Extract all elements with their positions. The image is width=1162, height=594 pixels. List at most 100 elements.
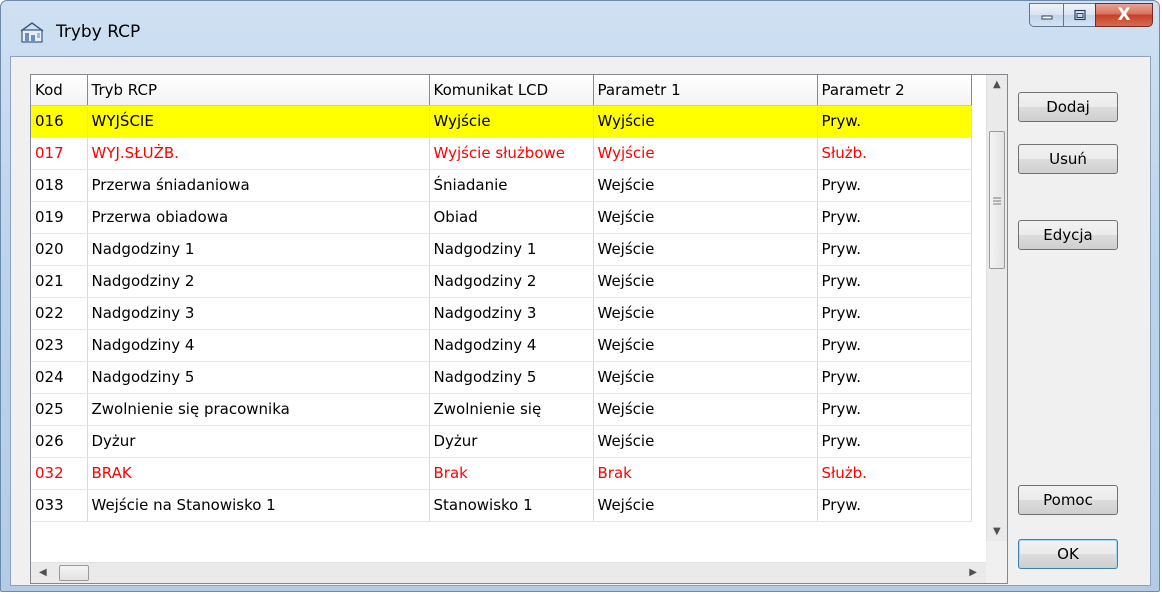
- table-row[interactable]: 019 Przerwa obiadowa Obiad Wejście Pryw.: [31, 201, 972, 234]
- table-cell: Wejście: [593, 329, 818, 362]
- table-cell: 021: [31, 265, 88, 298]
- caption-buttons: X: [1029, 3, 1153, 29]
- table-cell: Wyjście: [429, 105, 594, 138]
- table-cell: Nadgodziny 3: [429, 297, 594, 330]
- maximize-button[interactable]: [1063, 3, 1095, 27]
- grip-icon: [993, 197, 1001, 205]
- table-cell: Wejście: [593, 201, 818, 234]
- table-cell: Nadgodziny 1: [429, 233, 594, 266]
- table-row[interactable]: 018 Przerwa śniadaniowa Śniadanie Wejście Pr…: [31, 169, 972, 202]
- scrollbar-corner: [986, 541, 1007, 583]
- horizontal-scroll-thumb[interactable]: [59, 565, 89, 581]
- table-cell: Dyżur: [87, 425, 430, 458]
- table-cell: Pryw.: [817, 233, 972, 266]
- rcp-modes-table: Kod Tryb RCP Komunikat LCD Parametr 1 Pa…: [31, 75, 972, 522]
- table-cell: Pryw.: [817, 105, 972, 138]
- table-cell: 025: [31, 393, 88, 426]
- table-cell: 024: [31, 361, 88, 394]
- help-button[interactable]: Pomoc: [1018, 485, 1118, 515]
- table-cell: Pryw.: [817, 393, 972, 426]
- table-cell: Służb.: [817, 137, 972, 170]
- table-cell: Nadgodziny 2: [429, 265, 594, 298]
- table-cell: 032: [31, 457, 88, 490]
- table-header-row: Kod Tryb RCP Komunikat LCD Parametr 1 Pa…: [31, 75, 972, 106]
- table-row[interactable]: 024 Nadgodziny 5 Nadgodziny 5 Wejście Pryw.: [31, 361, 972, 394]
- close-icon: X: [1117, 5, 1131, 25]
- column-header-parametr-1[interactable]: Parametr 1: [593, 75, 818, 106]
- scroll-right-icon[interactable]: ▶: [969, 567, 977, 578]
- table-row[interactable]: 017 WYJ.SŁUŻB. Wyjście służbowe Wyjście Służ…: [31, 137, 972, 170]
- table-cell: Brak: [593, 457, 818, 490]
- app-icon: [20, 22, 44, 43]
- dialog-client-area: Kod Tryb RCP Komunikat LCD Parametr 1 Pa…: [10, 56, 1151, 586]
- table-cell: Śniadanie: [429, 169, 594, 202]
- table-cell: Nadgodziny 5: [429, 361, 594, 394]
- table-cell: Pryw.: [817, 169, 972, 202]
- add-button[interactable]: Dodaj: [1018, 92, 1118, 122]
- remove-button[interactable]: Usuń: [1018, 144, 1118, 174]
- table-cell: Nadgodziny 4: [429, 329, 594, 362]
- table-row[interactable]: 033 Wejście na Stanowisko 1 Stanowisko 1 We…: [31, 489, 972, 522]
- rcp-modes-grid: Kod Tryb RCP Komunikat LCD Parametr 1 Pa…: [30, 74, 1008, 584]
- table-cell: Wyjście: [593, 105, 818, 138]
- table-row[interactable]: 032 BRAK Brak Brak Służb.: [31, 457, 972, 490]
- table-cell: Pryw.: [817, 329, 972, 362]
- table-cell: Nadgodziny 2: [87, 265, 430, 298]
- table-cell: Wejście: [593, 361, 818, 394]
- scroll-left-icon[interactable]: ◀: [39, 567, 47, 578]
- table-cell: Wejście: [593, 265, 818, 298]
- table-cell: Nadgodziny 3: [87, 297, 430, 330]
- table-cell: Pryw.: [817, 297, 972, 330]
- table-cell: WYJŚCIE: [87, 105, 430, 138]
- table-cell: 023: [31, 329, 88, 362]
- table-cell: Służb.: [817, 457, 972, 490]
- scroll-down-icon[interactable]: ▼: [993, 526, 1001, 537]
- table-row[interactable]: 021 Nadgodziny 2 Nadgodziny 2 Wejście Pryw.: [31, 265, 972, 298]
- table-cell: Nadgodziny 5: [87, 361, 430, 394]
- table-row[interactable]: 023 Nadgodziny 4 Nadgodziny 4 Wejście Pryw.: [31, 329, 972, 362]
- table-cell: Wejście na Stanowisko 1: [87, 489, 430, 522]
- maximize-icon: [1073, 9, 1086, 21]
- table-cell: 017: [31, 137, 88, 170]
- dialog-window: Tryby RCP X Kod Tryb RCP Komunikat LCD P…: [0, 0, 1160, 592]
- edit-button[interactable]: Edycja: [1018, 220, 1118, 250]
- table-cell: Pryw.: [817, 425, 972, 458]
- table-row[interactable]: 022 Nadgodziny 3 Nadgodziny 3 Wejście Pryw.: [31, 297, 972, 330]
- vertical-scroll-thumb[interactable]: [989, 131, 1005, 269]
- table-row[interactable]: 026 Dyżur Dyżur Wejście Pryw.: [31, 425, 972, 458]
- table-cell: Dyżur: [429, 425, 594, 458]
- table-cell: Wyjście służbowe: [429, 137, 594, 170]
- ok-button[interactable]: OK: [1018, 539, 1118, 569]
- table-cell: Zwolnienie się: [429, 393, 594, 426]
- window-title: Tryby RCP: [56, 22, 141, 42]
- table-row[interactable]: 020 Nadgodziny 1 Nadgodziny 1 Wejście Pryw.: [31, 233, 972, 266]
- table-cell: Obiad: [429, 201, 594, 234]
- column-header-kod[interactable]: Kod: [31, 75, 88, 106]
- table-cell: 020: [31, 233, 88, 266]
- table-cell: Wejście: [593, 233, 818, 266]
- table-cell: 033: [31, 489, 88, 522]
- column-header-komunikat-lcd[interactable]: Komunikat LCD: [429, 75, 594, 106]
- table-row[interactable]: 016 WYJŚCIE Wyjście Wyjście Pryw.: [31, 105, 972, 138]
- table-cell: Pryw.: [817, 361, 972, 394]
- vertical-scrollbar[interactable]: ▲ ▼: [986, 75, 1007, 541]
- table-row[interactable]: 025 Zwolnienie się pracownika Zwolnienie s…: [31, 393, 972, 426]
- table-cell: Wejście: [593, 297, 818, 330]
- scroll-up-icon[interactable]: ▲: [993, 79, 1001, 90]
- table-cell: Pryw.: [817, 201, 972, 234]
- table-cell: 016: [31, 105, 88, 138]
- table-cell: WYJ.SŁUŻB.: [87, 137, 430, 170]
- table-cell: 026: [31, 425, 88, 458]
- table-cell: Nadgodziny 1: [87, 233, 430, 266]
- table-cell: Nadgodziny 4: [87, 329, 430, 362]
- table-cell: Wejście: [593, 169, 818, 202]
- table-cell: Zwolnienie się pracownika: [87, 393, 430, 426]
- table-cell: Stanowisko 1: [429, 489, 594, 522]
- minimize-button[interactable]: [1029, 3, 1063, 27]
- table-cell: BRAK: [87, 457, 430, 490]
- close-button[interactable]: X: [1095, 3, 1153, 27]
- column-header-tryb-rcp[interactable]: Tryb RCP: [87, 75, 430, 106]
- table-cell: 019: [31, 201, 88, 234]
- horizontal-scrollbar[interactable]: ◀ ▶: [31, 562, 987, 583]
- column-header-parametr-2[interactable]: Parametr 2: [817, 75, 972, 106]
